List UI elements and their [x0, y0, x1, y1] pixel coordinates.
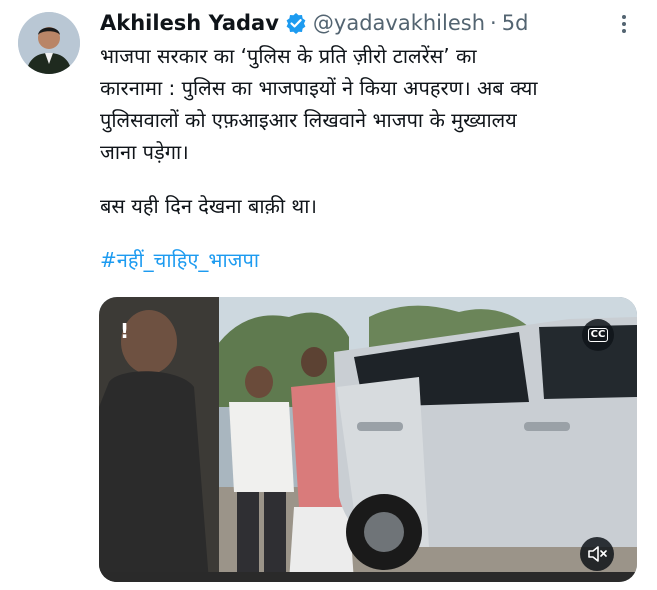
author-name[interactable]: Akhilesh Yadav	[100, 11, 279, 35]
tweet-text: भाजपा सरकार का ‘पुलिस के प्रति ज़ीरो टाल…	[100, 40, 640, 276]
muted-speaker-icon[interactable]	[580, 537, 614, 571]
avatar[interactable]	[18, 12, 80, 74]
video-player[interactable]: ! CC	[99, 297, 637, 582]
tweet-card: Akhilesh Yadav @yadavakhilesh · 5d भाजपा…	[0, 0, 657, 590]
separator-dot: ·	[490, 11, 497, 35]
hashtag-link[interactable]: #नहीं_चाहिए_भाजपा	[100, 244, 640, 276]
cc-label: CC	[587, 328, 609, 342]
tweet-text-line: बस यही दिन देखना बाक़ी था।	[100, 194, 317, 218]
tweet-header: Akhilesh Yadav @yadavakhilesh · 5d	[100, 8, 528, 38]
video-frame	[99, 297, 637, 582]
avatar-image	[18, 12, 80, 74]
author-handle[interactable]: @yadavakhilesh	[313, 11, 485, 35]
tweet-text-line: पुलिसवालों को एफ़आइआर लिखवाने भाजपा के म…	[100, 108, 517, 132]
tweet-text-line: जाना पड़ेगा।	[100, 140, 189, 164]
verified-badge-icon	[285, 12, 307, 34]
closed-captions-icon[interactable]: CC	[582, 319, 614, 351]
tweet-timestamp[interactable]: 5d	[502, 11, 529, 35]
tweet-text-line: कारनामा : पुलिस का भाजपाइयों ने किया अपह…	[100, 76, 538, 100]
more-options-icon[interactable]	[612, 12, 636, 36]
video-overlay-text: !	[120, 319, 130, 343]
tweet-text-line: भाजपा सरकार का ‘पुलिस के प्रति ज़ीरो टाल…	[100, 44, 477, 68]
